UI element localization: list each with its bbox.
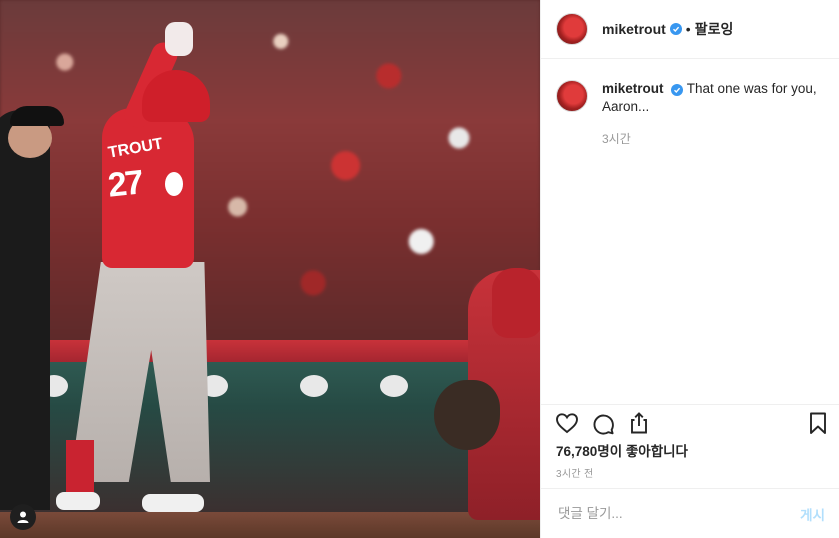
verified-icon xyxy=(669,23,682,35)
batter-shoe xyxy=(56,492,100,510)
catcher-mask xyxy=(492,268,540,338)
caption: miketrout That one was for you, Aaron...… xyxy=(541,60,839,148)
instagram-post: TROUT 27 miketrout • 팔로잉 miketrout That … xyxy=(0,0,839,538)
umpire-figure xyxy=(0,110,50,510)
dugout-sign xyxy=(380,375,408,397)
angels-logo xyxy=(165,172,183,196)
batter-glove xyxy=(165,22,193,56)
bookmark-icon[interactable] xyxy=(805,410,831,436)
jersey-number: 27 xyxy=(106,163,144,205)
avatar[interactable] xyxy=(556,13,588,45)
outfield-wall xyxy=(0,340,540,362)
post-header: miketrout • 팔로잉 xyxy=(541,0,839,59)
caption-time[interactable]: 3시간 xyxy=(602,130,822,148)
comment-icon[interactable] xyxy=(590,410,616,436)
dugout-sign xyxy=(300,375,328,397)
separator-dot: • xyxy=(685,21,691,37)
comments-section: miketrout That one was for you, Aaron...… xyxy=(541,60,839,404)
umpire-cap xyxy=(10,106,64,126)
caption-body: miketrout That one was for you, Aaron...… xyxy=(602,80,822,148)
post-photo[interactable]: TROUT 27 xyxy=(0,0,540,538)
post-timestamp[interactable]: 3시간 전 xyxy=(556,465,593,480)
action-bar xyxy=(541,404,839,440)
comment-input[interactable] xyxy=(556,505,801,522)
header-username[interactable]: miketrout xyxy=(602,21,666,37)
verified-icon xyxy=(671,84,684,96)
caption-username[interactable]: miketrout xyxy=(602,81,664,96)
catcher-mitt xyxy=(434,380,500,450)
like-count[interactable]: 76,780명이 좋아합니다 xyxy=(556,440,688,460)
infield-dirt xyxy=(0,512,540,538)
user-tag-icon[interactable] xyxy=(10,504,36,530)
share-icon[interactable] xyxy=(626,410,652,436)
following-button[interactable]: 팔로잉 xyxy=(695,19,734,39)
post-comment-button[interactable]: 게시 xyxy=(800,504,825,524)
avatar[interactable] xyxy=(556,80,588,112)
batter-sock xyxy=(66,440,94,496)
heart-icon[interactable] xyxy=(554,410,580,436)
batter-shoe xyxy=(142,494,204,512)
comment-composer: 게시 xyxy=(541,488,839,538)
crowd-background xyxy=(0,0,540,345)
post-side-panel: miketrout • 팔로잉 miketrout That one was f… xyxy=(540,0,839,538)
